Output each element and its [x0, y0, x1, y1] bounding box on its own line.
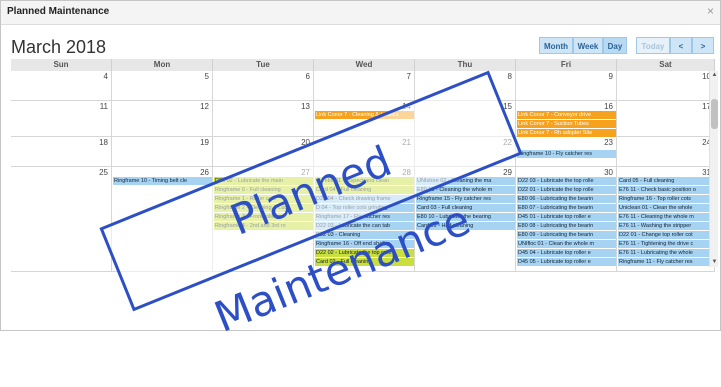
day-number: 30 — [604, 168, 613, 177]
day-cell[interactable]: 4 — [11, 71, 112, 101]
day-cell[interactable]: 13 — [213, 101, 314, 137]
day-number: 11 — [99, 102, 108, 111]
weekday-header-sat: Sat — [617, 59, 715, 71]
day-cell[interactable]: 6 — [213, 71, 314, 101]
day-cell[interactable]: 17 — [617, 101, 715, 137]
day-cell[interactable]: 19 — [112, 137, 213, 167]
close-icon[interactable]: × — [707, 4, 714, 18]
planned-maintenance-window: Planned Maintenance × March 2018 Month W… — [0, 0, 721, 342]
window-title: Planned Maintenance — [7, 6, 110, 17]
day-cell[interactable]: 24 — [617, 137, 715, 167]
day-number: 6 — [305, 72, 310, 81]
day-number: 13 — [301, 102, 310, 111]
calendar-event[interactable]: Ringframe 11 - Fly catcher res — [618, 258, 714, 266]
calendar-event[interactable]: UNIfloc 01 - Clean the whole m — [517, 240, 616, 248]
day-number: 8 — [507, 72, 512, 81]
day-cell[interactable]: 9 — [516, 71, 617, 101]
day-number: 25 — [99, 168, 108, 177]
prev-button[interactable]: < — [670, 37, 692, 54]
day-view-button[interactable]: Day — [603, 37, 627, 54]
day-cell[interactable]: 10 — [617, 71, 715, 101]
weekday-header-wed: Wed — [314, 59, 415, 71]
calendar-event[interactable]: E76 11 - Lubricating the whole — [618, 249, 714, 257]
calendar-event[interactable]: Ringframe 10 - Fly catcher res — [517, 150, 616, 158]
day-number: 12 — [200, 102, 209, 111]
month-view-button[interactable]: Month — [539, 37, 573, 54]
window-titlebar: Planned Maintenance × — [1, 1, 720, 25]
calendar-scrollbar[interactable]: ▲ ▼ — [709, 71, 718, 267]
day-number: 16 — [604, 102, 613, 111]
day-number: 18 — [99, 138, 108, 147]
day-number: 26 — [200, 168, 209, 177]
day-cell[interactable]: 11 — [11, 101, 112, 137]
calendar-event[interactable]: D22 03 - Lubricate the top rolle — [517, 177, 616, 185]
today-button[interactable]: Today — [636, 37, 670, 54]
calendar-event[interactable]: E76 11 - Check basic position o — [618, 186, 714, 194]
day-number: 9 — [608, 72, 613, 81]
day-cell[interactable]: 25 — [11, 167, 112, 272]
weekday-header-thu: Thu — [415, 59, 516, 71]
scroll-up-icon[interactable]: ▲ — [710, 71, 719, 80]
calendar-event[interactable]: Link Conor 7 - Conveyor drive — [517, 111, 616, 119]
weekday-header-mon: Mon — [112, 59, 213, 71]
weekday-header-sun: Sun — [11, 59, 112, 71]
weekday-header-tue: Tue — [213, 59, 314, 71]
day-cell[interactable]: 7 — [314, 71, 415, 101]
calendar-event[interactable]: Uniclean 01 - Clean the whole — [618, 204, 714, 212]
calendar-event[interactable]: Ringframe 16 - Top roller cots — [618, 195, 714, 203]
calendar-event[interactable]: Link Conor 7 - Suction Tubes — [517, 120, 616, 128]
day-number: 5 — [204, 72, 209, 81]
calendar-event[interactable]: D45 04 - Lubricate top roller e — [517, 249, 616, 257]
calendar-event[interactable]: E76 11 - Tightening the drive c — [618, 240, 714, 248]
scrollbar-thumb[interactable] — [711, 99, 718, 129]
calendar-event[interactable]: D22 01 - Change top roller cot — [618, 231, 714, 239]
scroll-down-icon[interactable]: ▼ — [710, 258, 719, 267]
day-number: 4 — [103, 72, 108, 81]
day-number: 19 — [200, 138, 209, 147]
day-cell[interactable]: 12 — [112, 101, 213, 137]
calendar-event[interactable]: D45 05 - Lubricate top roller e — [517, 258, 616, 266]
week-view-button[interactable]: Week — [573, 37, 603, 54]
calendar-event[interactable]: E76 11 - Washing the stripper — [618, 222, 714, 230]
day-cell[interactable]: 5 — [112, 71, 213, 101]
day-cell[interactable]: 18 — [11, 137, 112, 167]
calendar-month-title: March 2018 — [11, 37, 107, 57]
calendar-event[interactable]: E76 11 - Cleaning the whole m — [618, 213, 714, 221]
day-number: 7 — [406, 72, 411, 81]
calendar-event[interactable]: Link Conor 7 - Rh adopter Site — [517, 129, 616, 137]
calendar-event[interactable]: Card 05 - Full cleaning — [618, 177, 714, 185]
day-number: 23 — [604, 138, 613, 147]
weekday-header-fri: Fri — [516, 59, 617, 71]
next-button[interactable]: > — [692, 37, 714, 54]
calendar-event[interactable]: Ringframe 10 - Timing belt cle — [113, 177, 212, 185]
